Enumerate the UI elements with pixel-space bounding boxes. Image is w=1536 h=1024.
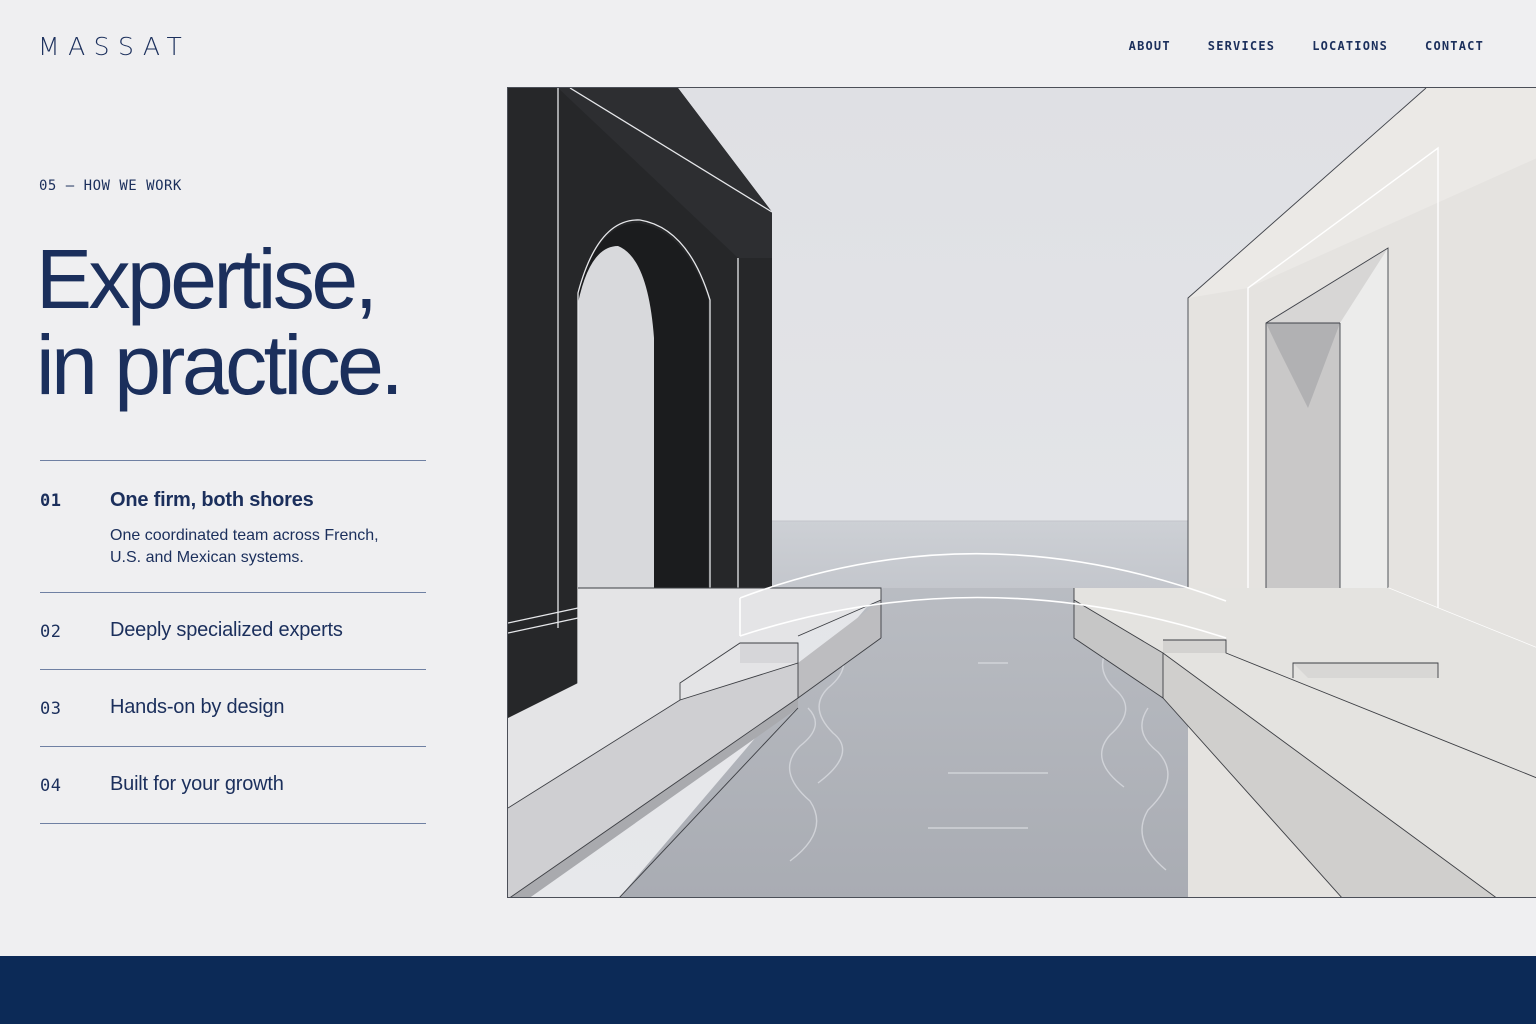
principle-number: 04 — [40, 776, 62, 796]
principle-item-01[interactable]: 01 One firm, both shores One coordinated… — [40, 461, 426, 593]
principle-item-03[interactable]: 03 Hands-on by design — [40, 670, 426, 747]
principle-item-04[interactable]: 04 Built for your growth — [40, 747, 426, 824]
nav-services-link[interactable]: SERVICES — [1208, 38, 1275, 54]
principle-description: One coordinated team across French, U.S.… — [110, 527, 379, 566]
principle-item-02[interactable]: 02 Deeply specialized experts — [40, 593, 426, 670]
main-nav: ABOUT SERVICES LOCATIONS CONTACT — [1129, 38, 1484, 54]
headline-line-1: Expertise, — [36, 232, 378, 326]
nav-locations-link[interactable]: LOCATIONS — [1312, 38, 1388, 54]
hero-illustration — [507, 87, 1536, 898]
principle-title: Hands-on by design — [110, 696, 285, 718]
footer-band — [0, 956, 1536, 1024]
nav-contact-link[interactable]: CONTACT — [1425, 38, 1484, 54]
brand-logo[interactable]: MASSAT — [38, 30, 190, 64]
principle-number: 03 — [40, 699, 62, 719]
page-headline: Expertise, in practice. — [36, 232, 404, 412]
nav-about-link[interactable]: ABOUT — [1129, 38, 1171, 54]
section-eyebrow: 05 — HOW WE WORK — [39, 178, 182, 194]
headline-line-2: in practice. — [36, 318, 404, 412]
architectural-scene-illustration — [508, 88, 1536, 897]
principle-title: Deeply specialized experts — [110, 619, 343, 641]
principle-number: 01 — [40, 491, 62, 511]
principles-list: 01 One firm, both shores One coordinated… — [40, 460, 426, 824]
principle-title: One firm, both shores — [110, 489, 314, 511]
principle-number: 02 — [40, 622, 62, 642]
principle-title: Built for your growth — [110, 773, 284, 795]
